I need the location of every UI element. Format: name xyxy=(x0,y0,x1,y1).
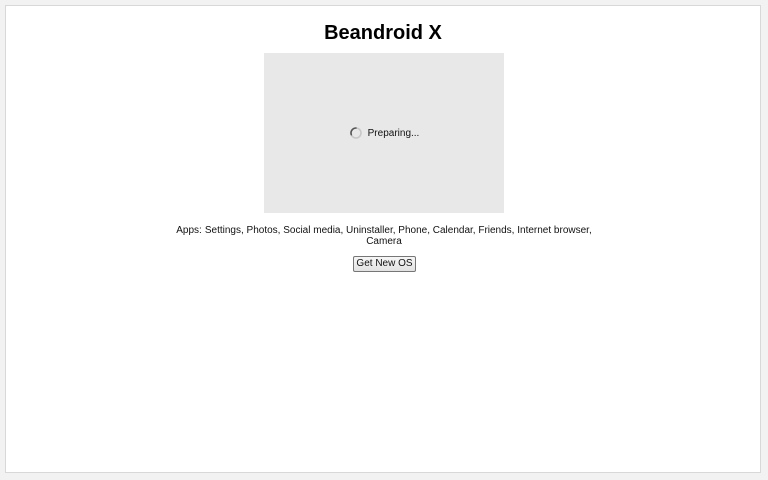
page-title: Beandroid X xyxy=(324,22,442,44)
loading-spinner-icon xyxy=(349,126,363,140)
app-window: Beandroid X Preparing... Apps: Settings, … xyxy=(5,5,761,473)
device-screen: Preparing... xyxy=(264,53,504,213)
apps-list-text: Settings, Photos, Social media, Uninstal… xyxy=(204,225,592,247)
loading-indicator: Preparing... xyxy=(349,126,420,140)
get-new-os-button[interactable]: Get New OS xyxy=(353,256,416,272)
apps-label: Apps: xyxy=(176,225,202,236)
apps-list: Apps: Settings, Photos, Social media, Uni… xyxy=(176,225,592,247)
loading-status-text: Preparing... xyxy=(367,127,420,139)
